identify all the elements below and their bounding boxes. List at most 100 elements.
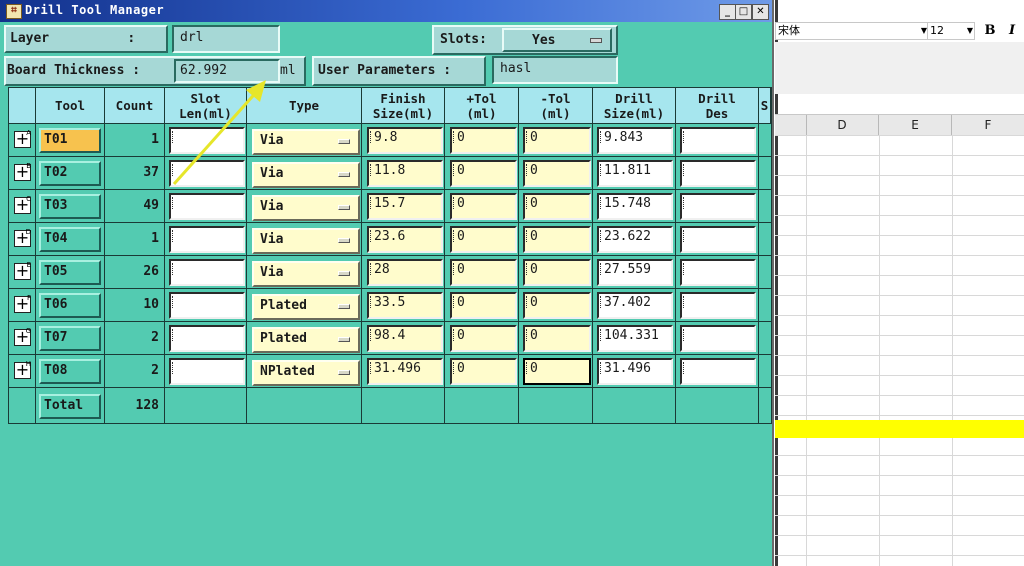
- expand-icon[interactable]: + G: [14, 327, 31, 346]
- minimize-button[interactable]: _: [719, 4, 736, 20]
- column-header-partial[interactable]: [775, 115, 807, 135]
- plus-tol-input[interactable]: 0: [450, 127, 517, 154]
- spreadsheet-toolbar: 宋体 ▼ 12 ▼ B I: [775, 20, 1024, 42]
- plus-tol-input[interactable]: 0: [450, 358, 517, 385]
- drill-size-input[interactable]: 15.748: [597, 193, 673, 220]
- plus-tol-input[interactable]: 0: [450, 259, 517, 286]
- slots-option-button[interactable]: Yes: [502, 28, 612, 52]
- count-value: 2: [151, 363, 159, 378]
- minus-tol-input[interactable]: 0: [523, 292, 591, 319]
- finish-size-input[interactable]: 31.496: [367, 358, 443, 385]
- minus-tol-input[interactable]: 0: [523, 193, 591, 220]
- finish-size-input[interactable]: 23.6: [367, 226, 443, 253]
- column-header-f[interactable]: F: [952, 115, 1024, 135]
- count-value: 2: [151, 330, 159, 345]
- expand-icon[interactable]: + H: [14, 360, 31, 379]
- total-button[interactable]: Total: [39, 394, 101, 419]
- tool-button[interactable]: T04: [39, 227, 101, 252]
- finish-size-input[interactable]: 15.7: [367, 193, 443, 220]
- slot-len-input[interactable]: [169, 358, 245, 385]
- slot-len-input[interactable]: [169, 226, 245, 253]
- minus-tol-input[interactable]: 0: [523, 259, 591, 286]
- font-name-select[interactable]: 宋体 ▼: [775, 22, 929, 40]
- drill-size-input[interactable]: 31.496: [597, 358, 673, 385]
- finish-size-input[interactable]: 98.4: [367, 325, 443, 352]
- drill-des-input[interactable]: [680, 160, 756, 187]
- minus-tol-input[interactable]: 0: [523, 226, 591, 253]
- plus-tol-input[interactable]: 0: [450, 325, 517, 352]
- layer-field[interactable]: drl: [172, 25, 280, 53]
- count-value: 10: [143, 297, 159, 312]
- expand-icon[interactable]: + A: [14, 129, 31, 148]
- minus-tol-input[interactable]: 0: [523, 160, 591, 187]
- slots-value: Yes: [532, 33, 556, 48]
- plus-tol-input[interactable]: 0: [450, 160, 517, 187]
- tool-button[interactable]: T06: [39, 293, 101, 318]
- drill-des-input[interactable]: [680, 292, 756, 319]
- drill-size-input[interactable]: 23.622: [597, 226, 673, 253]
- column-header-d[interactable]: D: [806, 115, 879, 135]
- header-count: Count: [105, 88, 165, 124]
- tool-button[interactable]: T08: [39, 359, 101, 384]
- plus-tol-input[interactable]: 0: [450, 292, 517, 319]
- drill-size-input[interactable]: 37.402: [597, 292, 673, 319]
- slot-len-input[interactable]: [169, 325, 245, 352]
- finish-size-input[interactable]: 9.8: [367, 127, 443, 154]
- minus-tol-input[interactable]: 0: [523, 325, 591, 352]
- tool-button[interactable]: T05: [39, 260, 101, 285]
- ribbon-area: [775, 42, 1024, 94]
- drill-size-input[interactable]: 104.331: [597, 325, 673, 352]
- minus-tol-input[interactable]: 0: [523, 358, 591, 385]
- drill-size-input[interactable]: 11.811: [597, 160, 673, 187]
- finish-size-input[interactable]: 28: [367, 259, 443, 286]
- slot-len-input[interactable]: [169, 259, 245, 286]
- drill-des-input[interactable]: [680, 226, 756, 253]
- expand-icon[interactable]: + F: [14, 294, 31, 313]
- slot-len-input[interactable]: [169, 292, 245, 319]
- row-stub: [761, 157, 771, 189]
- expand-icon[interactable]: + D: [14, 228, 31, 247]
- close-button[interactable]: ✕: [752, 4, 769, 20]
- header-tool: Tool: [36, 88, 105, 124]
- table-row: + C T03 49 Via 15.7 0 0 15.748: [9, 190, 771, 223]
- drill-des-input[interactable]: [680, 325, 756, 352]
- plus-tol-input[interactable]: 0: [450, 226, 517, 253]
- type-option-button[interactable]: Plated: [252, 294, 360, 320]
- drill-size-input[interactable]: 27.559: [597, 259, 673, 286]
- highlighted-row[interactable]: [775, 420, 1024, 438]
- title-bar[interactable]: ⌗ Drill Tool Manager _ □ ✕: [0, 0, 772, 22]
- drill-size-input[interactable]: 9.843: [597, 127, 673, 154]
- minus-tol-input[interactable]: 0: [523, 127, 591, 154]
- user-params-field[interactable]: hasl: [492, 56, 618, 84]
- italic-button[interactable]: I: [1003, 22, 1021, 40]
- cell-grid[interactable]: [775, 135, 1024, 566]
- expand-icon[interactable]: + E: [14, 261, 31, 280]
- drill-des-input[interactable]: [680, 358, 756, 385]
- plus-tol-input[interactable]: 0: [450, 193, 517, 220]
- type-option-button[interactable]: NPlated: [252, 360, 360, 386]
- tool-button[interactable]: T02: [39, 161, 101, 186]
- font-size-select[interactable]: 12 ▼: [927, 22, 975, 40]
- expand-icon[interactable]: + B: [14, 162, 31, 181]
- maximize-button[interactable]: □: [735, 4, 752, 20]
- type-option-button[interactable]: Via: [252, 228, 360, 254]
- expand-icon[interactable]: + C: [14, 195, 31, 214]
- tool-button[interactable]: T07: [39, 326, 101, 351]
- type-option-button[interactable]: Via: [252, 261, 360, 287]
- drill-des-input[interactable]: [680, 127, 756, 154]
- drill-des-input[interactable]: [680, 259, 756, 286]
- drill-app-icon: ⌗: [6, 4, 22, 19]
- drill-des-input[interactable]: [680, 193, 756, 220]
- option-indicator-icon: [338, 172, 350, 177]
- tool-button[interactable]: T03: [39, 194, 101, 219]
- bold-button[interactable]: B: [981, 22, 999, 40]
- header-partial: S: [759, 88, 771, 124]
- type-value: NPlated: [260, 364, 315, 379]
- type-option-button[interactable]: Plated: [252, 327, 360, 353]
- tool-button[interactable]: T01: [39, 128, 101, 153]
- slot-len-input[interactable]: [169, 193, 245, 220]
- type-option-button[interactable]: Via: [252, 195, 360, 221]
- finish-size-input[interactable]: 33.5: [367, 292, 443, 319]
- column-header-e[interactable]: E: [879, 115, 952, 135]
- finish-size-input[interactable]: 11.8: [367, 160, 443, 187]
